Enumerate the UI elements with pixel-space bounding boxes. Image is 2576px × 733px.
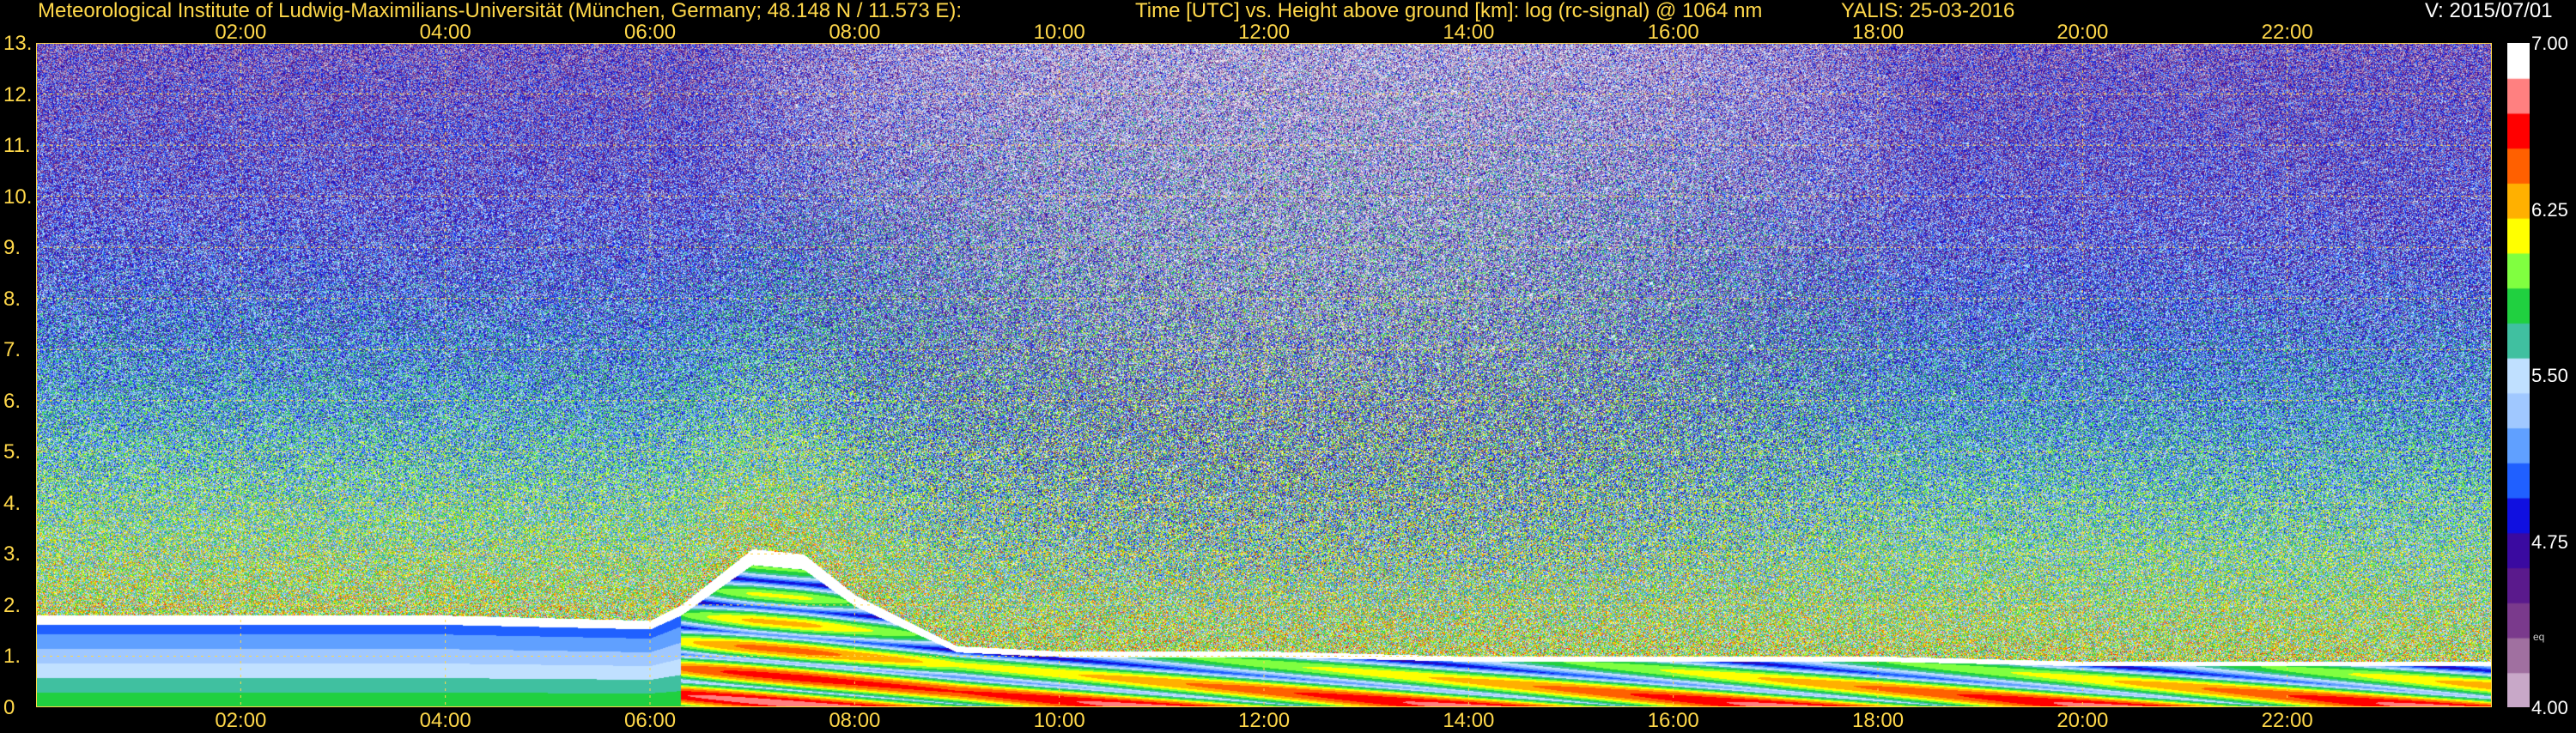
x-tick-top-1200: 12:00 <box>1238 21 1291 44</box>
x-tick-top-1600: 16:00 <box>1647 21 1699 44</box>
x-tick-top-0800: 08:00 <box>829 21 881 44</box>
y-tick-4: 4. <box>3 491 21 515</box>
y-tick-11: 11. <box>3 134 31 158</box>
plot-title: Time [UTC] vs. Height above ground [km]:… <box>1135 0 1763 22</box>
y-tick-10: 10. <box>3 185 33 209</box>
x-tick-top-2000: 20:00 <box>2057 21 2109 44</box>
y-tick-9: 9. <box>3 236 21 260</box>
colorbar-tick-0: 7.00 <box>2531 33 2568 54</box>
instrument-date: YALIS: 25-03-2016 <box>1841 0 2015 22</box>
x-tick-top-2200: 22:00 <box>2261 21 2313 44</box>
x-tick-top-0200: 02:00 <box>215 21 267 44</box>
x-tick-top-1800: 18:00 <box>1852 21 1905 44</box>
x-tick-top-0600: 06:00 <box>624 21 677 44</box>
y-tick-12: 12. <box>3 82 33 106</box>
plot-grid <box>36 43 2492 707</box>
colorbar-tick-3: 4.75 <box>2531 530 2568 553</box>
y-tick-13: 13. <box>3 32 33 55</box>
x-tick-top-1000: 10:00 <box>1033 21 1085 44</box>
colorbar <box>2507 43 2530 707</box>
version-label: V: 2015/07/01 <box>2425 0 2553 22</box>
y-tick-6: 6. <box>3 389 21 413</box>
colorbar-label: eq <box>2533 631 2545 643</box>
y-tick-7: 7. <box>3 338 21 362</box>
x-tick-top-1400: 14:00 <box>1443 21 1495 44</box>
y-tick-3: 3. <box>3 542 21 566</box>
y-tick-2: 2. <box>3 593 21 617</box>
y-tick-0: 0 <box>3 696 15 719</box>
x-tick-top-0400: 04:00 <box>419 21 471 44</box>
y-tick-1: 1. <box>3 645 21 669</box>
colorbar-tick-2: 5.50 <box>2531 365 2568 386</box>
colorbar-tick-4: 4.00 <box>2531 697 2568 718</box>
y-tick-5: 5. <box>3 440 21 464</box>
colorbar-tick-1: 6.25 <box>2531 198 2568 221</box>
y-tick-8: 8. <box>3 287 21 311</box>
institute-label: Meteorological Institute of Ludwig-Maxim… <box>38 0 963 22</box>
